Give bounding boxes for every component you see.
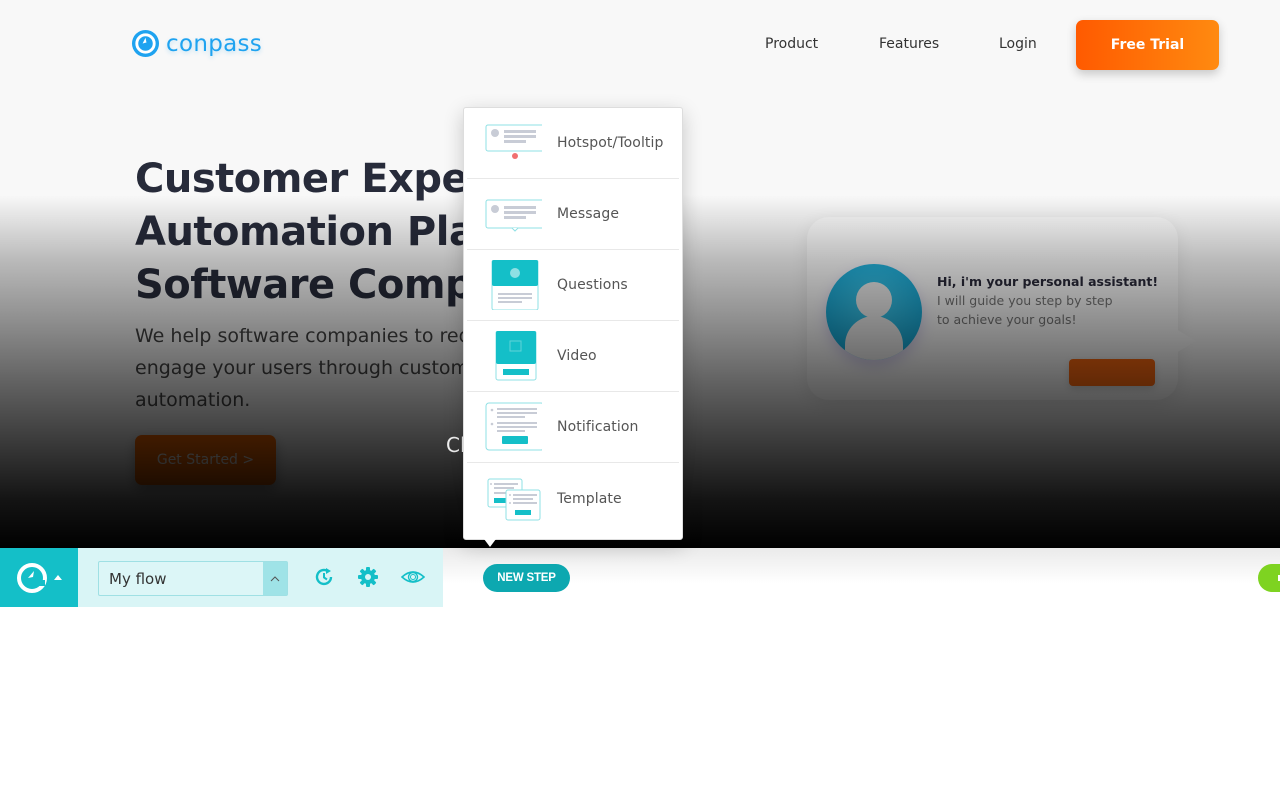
menu-item-video[interactable]: Video	[467, 321, 679, 392]
menu-item-template[interactable]: Template	[467, 463, 679, 534]
page: conpass Product Features Login Free Tria…	[0, 0, 1280, 800]
hotspot-tooltip-icon	[485, 124, 542, 159]
avatar-body-shape	[845, 316, 903, 360]
chevron-up-icon	[263, 562, 287, 595]
conpass-logo-icon	[131, 29, 160, 58]
gear-icon[interactable]	[357, 566, 379, 588]
assistant-action-button[interactable]	[1069, 359, 1155, 386]
nav-features[interactable]: Features	[879, 36, 939, 52]
menu-item-message[interactable]: Message	[467, 179, 679, 250]
free-trial-button[interactable]: Free Trial	[1076, 20, 1219, 70]
nav-product[interactable]: Product	[765, 36, 818, 52]
nav-login[interactable]: Login	[999, 36, 1037, 52]
history-icon[interactable]	[313, 566, 335, 588]
get-started-button[interactable]: Get Started >	[135, 435, 276, 485]
menu-item-label: Hotspot/Tooltip	[557, 135, 664, 151]
menu-item-label: Questions	[557, 277, 628, 293]
assistant-line: I will guide you step by step	[937, 293, 1113, 308]
flow-select[interactable]: My flow	[98, 561, 288, 596]
menu-item-hotspot-tooltip[interactable]: Hotspot/Tooltip	[467, 108, 679, 179]
site-logo[interactable]: conpass	[131, 29, 262, 58]
menu-item-label: Template	[557, 490, 622, 507]
assistant-card: Hi, i'm your personal assistant! I will …	[807, 217, 1196, 400]
avatar-head-shape	[856, 282, 892, 318]
menu-item-questions[interactable]: Questions	[467, 250, 679, 321]
eye-icon[interactable]	[401, 566, 425, 588]
template-icon	[487, 478, 541, 520]
menu-item-notification[interactable]: Notification	[467, 392, 679, 463]
menu-item-label: Message	[557, 206, 620, 222]
message-icon	[485, 199, 542, 232]
new-step-menu: Hotspot/Tooltip Message Questions Video …	[463, 107, 683, 547]
new-step-button[interactable]: NEW STEP	[483, 564, 570, 592]
assistant-line: to achieve your goals!	[937, 312, 1077, 327]
editor-menu-button[interactable]	[0, 548, 78, 607]
editor-toolbar: My flow NEW STEP	[0, 548, 1280, 607]
menu-item-label: Video	[557, 348, 597, 364]
notification-icon	[485, 402, 542, 451]
flow-tools: My flow	[78, 548, 443, 607]
logo-text: conpass	[166, 30, 263, 57]
questions-icon	[491, 260, 539, 310]
menu-item-label: Notification	[557, 419, 639, 435]
video-icon	[495, 331, 537, 381]
flow-select-value: My flow	[109, 569, 167, 588]
avatar	[826, 264, 922, 360]
assistant-title: Hi, i'm your personal assistant!	[937, 274, 1159, 289]
caret-up-icon	[54, 575, 62, 580]
conpass-logo-icon	[17, 562, 47, 593]
publish-button[interactable]	[1258, 564, 1280, 592]
